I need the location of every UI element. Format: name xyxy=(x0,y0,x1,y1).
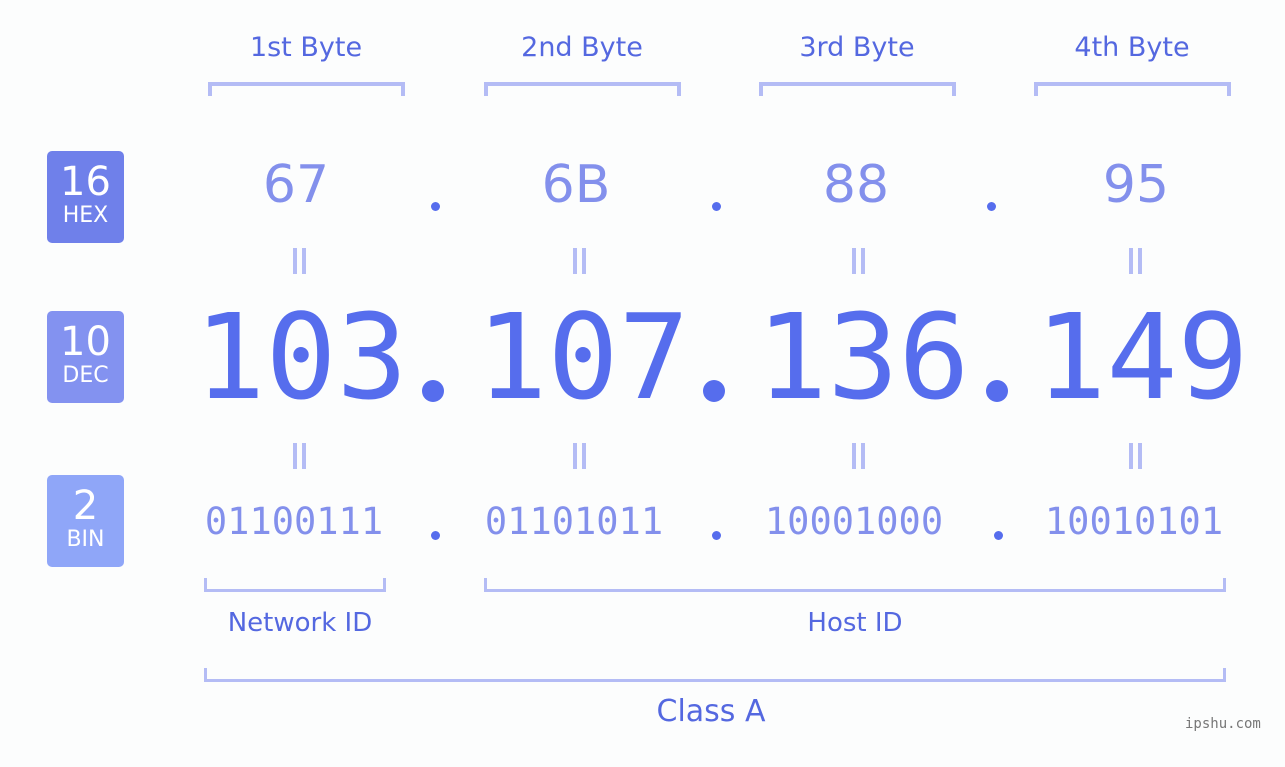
host-bracket xyxy=(484,578,1226,592)
bin-dot-3 xyxy=(994,531,1003,540)
bin-base: 2 xyxy=(72,483,99,529)
bin-value-2: 01101011 xyxy=(484,500,664,543)
dec-dot-1 xyxy=(422,380,444,402)
hex-base: 16 xyxy=(60,159,111,205)
byte-title-3: 3rd Byte xyxy=(799,32,915,63)
class-bracket xyxy=(204,668,1226,682)
hex-value-2: 6B xyxy=(541,155,611,215)
byte-bracket-1 xyxy=(208,82,405,96)
equals-icon xyxy=(850,443,866,469)
equals-icon xyxy=(291,443,307,469)
dec-value-4: 149 xyxy=(1035,288,1249,426)
byte-title-4: 4th Byte xyxy=(1074,32,1190,63)
hex-dot-2 xyxy=(712,202,721,211)
bin-label: BIN xyxy=(66,527,105,552)
bin-value-1: 01100111 xyxy=(204,500,384,543)
byte-bracket-2 xyxy=(484,82,681,96)
watermark: ipshu.com xyxy=(1185,716,1261,732)
hex-value-1: 67 xyxy=(262,155,330,215)
hex-dot-1 xyxy=(431,202,440,211)
network-id-label: Network ID xyxy=(227,608,373,638)
dec-value-2: 107 xyxy=(476,288,690,426)
equals-icon xyxy=(850,248,866,274)
dec-dot-3 xyxy=(986,380,1008,402)
dec-badge: 10 DEC xyxy=(47,311,124,403)
bin-value-3: 10001000 xyxy=(764,500,944,543)
bin-badge: 2 BIN xyxy=(47,475,124,567)
host-id-label: Host ID xyxy=(807,608,903,638)
equals-icon xyxy=(291,248,307,274)
hex-dot-3 xyxy=(987,202,996,211)
bin-dot-1 xyxy=(431,531,440,540)
byte-title-1: 1st Byte xyxy=(249,32,363,63)
bin-value-4: 10010101 xyxy=(1044,500,1224,543)
hex-value-3: 88 xyxy=(822,155,890,215)
equals-icon xyxy=(1127,443,1143,469)
hex-badge: 16 HEX xyxy=(47,151,124,243)
class-label: Class A xyxy=(656,694,766,729)
hex-label: HEX xyxy=(62,203,109,228)
dec-dot-2 xyxy=(703,380,725,402)
byte-bracket-3 xyxy=(759,82,956,96)
hex-value-4: 95 xyxy=(1102,155,1170,215)
equals-icon xyxy=(571,443,587,469)
dec-value-3: 136 xyxy=(756,288,970,426)
equals-icon xyxy=(1127,248,1143,274)
byte-title-2: 2nd Byte xyxy=(521,32,643,63)
bin-dot-2 xyxy=(712,531,721,540)
network-bracket xyxy=(204,578,386,592)
equals-icon xyxy=(571,248,587,274)
byte-bracket-4 xyxy=(1034,82,1231,96)
dec-base: 10 xyxy=(60,319,111,365)
dec-value-1: 103 xyxy=(194,288,408,426)
dec-label: DEC xyxy=(62,363,109,388)
